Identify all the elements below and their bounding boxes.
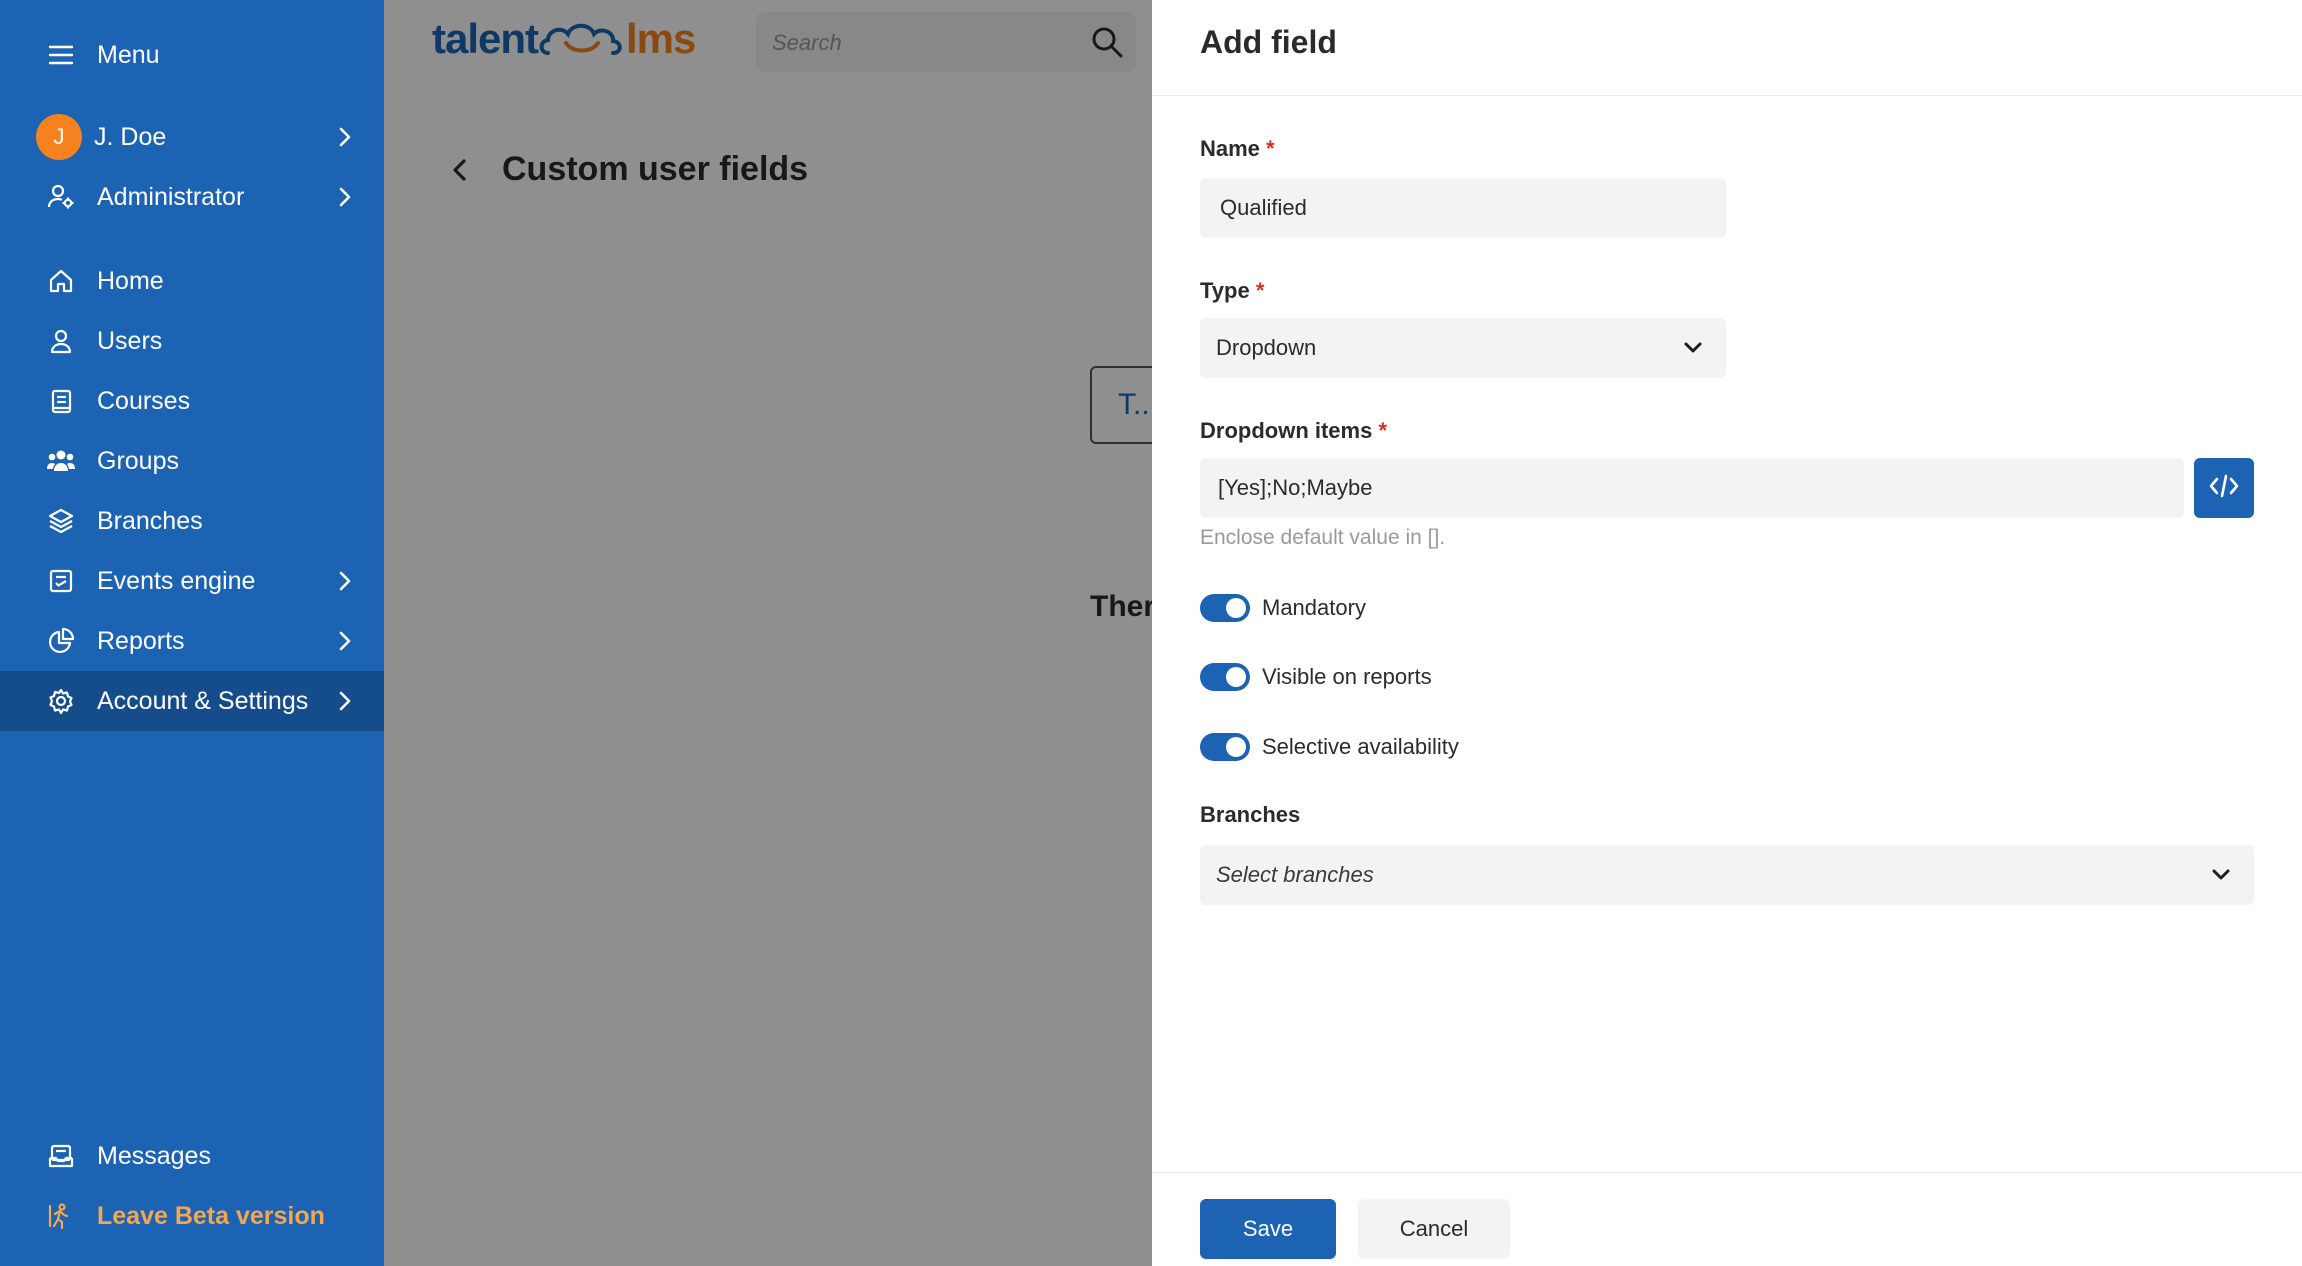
sidebar-item-branches[interactable]: Branches [0, 491, 384, 551]
sidebar-item-label: Events engine [97, 567, 256, 595]
sidebar-item-label: Messages [97, 1142, 211, 1170]
home-icon [44, 264, 78, 298]
save-button[interactable]: Save [1200, 1199, 1336, 1259]
sidebar-item-courses[interactable]: Courses [0, 371, 384, 431]
sidebar-item-events-engine[interactable]: Events engine [0, 551, 384, 611]
sidebar-item-reports[interactable]: Reports [0, 611, 384, 671]
chevron-right-icon [334, 126, 356, 148]
role-switcher[interactable]: Administrator [0, 167, 384, 227]
name-field[interactable]: Qualified [1200, 178, 1726, 238]
sidebar-item-label: Groups [97, 447, 179, 475]
calendar-icon [44, 564, 78, 598]
user-profile-item[interactable]: J J. Doe [0, 107, 384, 167]
background-page: talent lms Search Custom user fields T..… [384, 0, 1152, 1266]
type-label: Type * [1200, 278, 1265, 303]
modal-overlay[interactable] [384, 0, 1152, 1266]
drawer-title: Add field [1200, 24, 1337, 60]
menu-toggle[interactable]: Menu [0, 25, 384, 85]
user-name: J. Doe [94, 123, 167, 151]
user-icon [44, 324, 78, 358]
sidebar-item-home[interactable]: Home [0, 251, 384, 311]
branches-select[interactable]: Select branches [1200, 845, 2254, 905]
type-select-value: Dropdown [1216, 335, 1317, 360]
type-select[interactable]: Dropdown [1200, 318, 1726, 378]
hamburger-icon [44, 38, 78, 72]
users-icon [44, 444, 78, 478]
mandatory-toggle[interactable] [1200, 594, 1250, 622]
sidebar-item-label: Reports [97, 627, 185, 655]
selective-availability-label: Selective availability [1262, 734, 1459, 759]
drawer-header: Add field [1152, 0, 2302, 96]
gear-icon [44, 684, 78, 718]
chevron-right-icon [334, 630, 356, 652]
code-icon [2208, 473, 2240, 504]
role-label: Administrator [97, 183, 245, 211]
dropdown-items-label: Dropdown items * [1200, 418, 1388, 443]
sidebar: Menu J J. Doe Administrator Home Users C… [0, 0, 384, 1266]
sidebar-item-account-settings[interactable]: Account & Settings [0, 671, 384, 731]
selective-availability-toggle[interactable] [1200, 733, 1250, 761]
code-editor-button[interactable] [2194, 458, 2254, 518]
sidebar-item-label: Account & Settings [97, 687, 309, 715]
visible-on-reports-toggle-row: Visible on reports [1200, 662, 1432, 692]
chevron-right-icon [334, 186, 356, 208]
selective-availability-toggle-row: Selective availability [1200, 732, 1459, 762]
leave-beta-link[interactable]: Leave Beta version [0, 1186, 384, 1246]
sidebar-item-messages[interactable]: Messages [0, 1126, 384, 1186]
menu-label: Menu [97, 41, 160, 69]
cancel-button[interactable]: Cancel [1358, 1199, 1510, 1259]
pie-chart-icon [44, 624, 78, 658]
exit-run-icon [44, 1199, 78, 1233]
chevron-down-icon [1682, 337, 1704, 359]
book-icon [44, 384, 78, 418]
sidebar-item-label: Branches [97, 507, 203, 535]
chevron-down-icon [2210, 864, 2232, 886]
drawer-footer: Save Cancel [1152, 1172, 2302, 1266]
leave-beta-label: Leave Beta version [97, 1202, 325, 1230]
chevron-right-icon [334, 690, 356, 712]
visible-on-reports-toggle[interactable] [1200, 663, 1250, 691]
name-field-value: Qualified [1220, 195, 1307, 220]
branches-label: Branches [1200, 802, 1301, 827]
sidebar-item-users[interactable]: Users [0, 311, 384, 371]
visible-on-reports-label: Visible on reports [1262, 664, 1432, 689]
mandatory-toggle-row: Mandatory [1200, 593, 1366, 623]
dropdown-items-value: [Yes];No;Maybe [1218, 475, 1373, 500]
sidebar-item-label: Courses [97, 387, 191, 415]
sidebar-item-groups[interactable]: Groups [0, 431, 384, 491]
name-label: Name * [1200, 136, 1275, 161]
avatar: J [36, 114, 82, 160]
branches-placeholder: Select branches [1216, 862, 1374, 887]
dropdown-items-hint: Enclose default value in []. [1200, 526, 1446, 549]
dropdown-items-field[interactable]: [Yes];No;Maybe [1200, 458, 2184, 518]
mandatory-label: Mandatory [1262, 595, 1366, 620]
sidebar-item-label: Users [97, 327, 163, 355]
chevron-right-icon [334, 570, 356, 592]
user-gear-icon [44, 180, 78, 214]
sidebar-item-label: Home [97, 267, 164, 295]
add-field-drawer: Add field Name * Qualified Type * Dropdo… [1152, 0, 2302, 1266]
layers-icon [44, 504, 78, 538]
inbox-icon [44, 1139, 78, 1173]
